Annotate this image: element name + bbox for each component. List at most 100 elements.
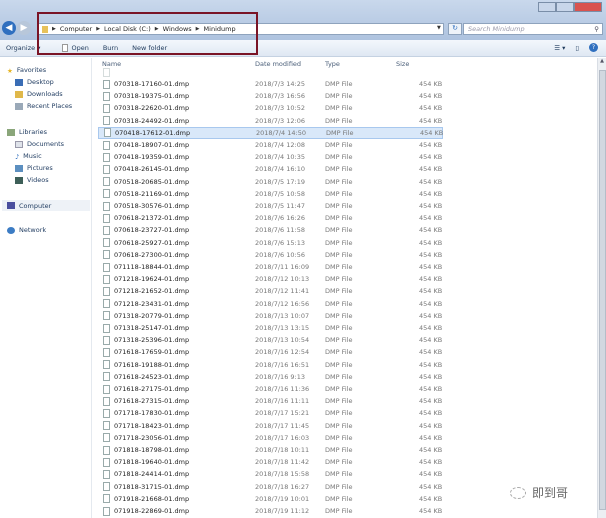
table-row[interactable]: 070318-17160-01.dmp 2018/7/3 14:25 DMP F… [98,78,443,90]
address-dropdown-icon[interactable]: ▼ [437,25,441,31]
computer-icon [7,202,15,209]
table-row[interactable]: 070618-23727-01.dmp 2018/7/6 11:58 DMP F… [98,224,443,236]
table-row[interactable]: 071718-18423-01.dmp 2018/7/17 11:45 DMP … [98,420,443,432]
table-row[interactable]: 071718-23056-01.dmp 2018/7/17 16:03 DMP … [98,432,443,444]
sidebar-item-downloads[interactable]: Downloads [15,90,63,98]
file-date: 2018/7/11 16:09 [255,263,310,271]
table-row[interactable]: 070418-18907-01.dmp 2018/7/4 12:08 DMP F… [98,139,443,151]
burn-button[interactable]: Burn [103,44,118,52]
table-row[interactable]: 071618-27175-01.dmp 2018/7/16 11:36 DMP … [98,383,443,395]
table-row[interactable]: 071618-17659-01.dmp 2018/7/16 12:54 DMP … [98,346,443,358]
view-options-button[interactable]: ☰ ▾ [554,44,565,52]
file-icon [103,225,110,235]
open-button[interactable]: Open [62,44,89,52]
sidebar-item-videos[interactable]: Videos [15,176,49,184]
table-row[interactable]: 070418-17612-01.dmp 2018/7/4 14:50 DMP F… [98,126,444,139]
sidebar-item-recent-places[interactable]: Recent Places [15,102,72,110]
label: Videos [27,176,49,184]
table-row[interactable]: 071718-17830-01.dmp 2018/7/17 15:21 DMP … [98,407,443,419]
sidebar-item-pictures[interactable]: Pictures [15,164,53,172]
sidebar-item-network[interactable]: Network [7,226,46,234]
scrollbar-thumb[interactable] [599,70,606,510]
file-size: 454 KB [419,238,443,247]
breadcrumb-windows[interactable]: Windows [163,25,192,33]
file-date: 2018/7/17 15:21 [255,409,310,418]
file-type: DMP File [325,153,353,162]
sidebar-item-computer[interactable]: Computer [2,200,90,211]
minimize-button[interactable] [538,2,556,12]
table-row[interactable]: 071318-25147-01.dmp 2018/7/13 13:15 DMP … [98,322,443,334]
maximize-button[interactable] [556,2,574,12]
table-row[interactable]: 071918-22869-01.dmp 2018/7/19 11:12 DMP … [98,505,443,517]
sidebar-item-libraries[interactable]: Libraries [7,128,47,136]
file-size: 454 KB [419,92,443,101]
file-name: 071718-23056-01.dmp [114,433,190,442]
help-icon[interactable]: ? [589,43,598,52]
preview-pane-button[interactable]: ▯ [575,44,579,52]
breadcrumb-computer[interactable]: Computer [60,25,92,33]
scrollbar[interactable]: ▲ [597,58,606,518]
sidebar-item-favorites[interactable]: ★ Favorites [7,66,46,75]
table-row[interactable]: 071818-19640-01.dmp 2018/7/18 11:42 DMP … [98,456,443,468]
file-date: 2018/7/3 16:56 [255,92,305,101]
table-row[interactable]: 071618-24523-01.dmp 2018/7/16 9:13 DMP F… [98,371,443,383]
close-button[interactable] [574,2,602,12]
table-row[interactable]: 070418-26145-01.dmp 2018/7/4 16:10 DMP F… [98,163,443,175]
breadcrumb-local-disk[interactable]: Local Disk (C:) [104,25,151,33]
file-type: DMP File [325,263,353,271]
organize-button[interactable]: Organize ▾ [6,44,40,52]
table-row[interactable]: 071318-25396-01.dmp 2018/7/13 10:54 DMP … [98,334,443,346]
table-row[interactable]: 070318-19375-01.dmp 2018/7/3 16:56 DMP F… [98,90,443,102]
file-icon [103,335,110,345]
file-size: 454 KB [419,482,443,491]
file-type: DMP File [325,360,353,369]
table-row[interactable]: 070518-20685-01.dmp 2018/7/5 17:19 DMP F… [98,176,443,188]
scroll-up-icon[interactable]: ▲ [598,58,606,64]
file-type: DMP File [325,324,353,332]
table-row[interactable]: 070618-25927-01.dmp 2018/7/6 15:13 DMP F… [98,237,443,249]
table-row[interactable]: 070618-27300-01.dmp 2018/7/6 10:56 DMP F… [98,249,443,261]
search-input[interactable]: Search Minidump ⚲ [463,23,603,35]
address-bar[interactable]: ▶ Computer ▶ Local Disk (C:) ▶ Windows ▶… [38,23,444,35]
table-row[interactable]: 071618-27315-01.dmp 2018/7/16 11:11 DMP … [98,395,443,407]
file-date: 2018/7/13 10:54 [255,336,310,345]
breadcrumb-minidump[interactable]: Minidump [204,25,236,33]
pictures-icon [15,164,23,172]
wechat-logo-icon [510,486,526,499]
table-row[interactable]: 071918-21668-01.dmp 2018/7/19 10:01 DMP … [98,493,443,505]
sidebar-item-music[interactable]: ♪ Music [15,152,42,161]
table-row[interactable]: 071118-18844-01.dmp 2018/7/11 16:09 DMP … [98,261,443,273]
table-row[interactable]: 070318-22620-01.dmp 2018/7/3 10:52 DMP F… [98,102,443,114]
refresh-button[interactable]: ↻ [448,23,462,35]
table-row[interactable]: 070618-21372-01.dmp 2018/7/6 16:26 DMP F… [98,212,443,224]
forward-button[interactable]: ▶ [17,21,31,35]
file-type: DMP File [325,104,353,113]
file-type: DMP File [325,311,353,320]
table-row[interactable]: 071218-19624-01.dmp 2018/7/12 10:13 DMP … [98,273,443,285]
table-row[interactable]: 071618-19188-01.dmp 2018/7/16 16:51 DMP … [98,359,443,371]
file-size: 454 KB [420,128,444,137]
file-icon [103,238,110,248]
sidebar-item-desktop[interactable]: Desktop [15,78,54,86]
back-button[interactable]: ◀ [2,21,16,35]
table-row[interactable]: 071818-31715-01.dmp 2018/7/18 16:27 DMP … [98,481,443,493]
table-row[interactable]: 070518-21169-01.dmp 2018/7/5 10:58 DMP F… [98,188,443,200]
file-date: 2018/7/6 15:13 [255,238,305,247]
file-icon [103,189,110,199]
table-row[interactable]: 071218-23431-01.dmp 2018/7/12 16:56 DMP … [98,298,443,310]
table-row[interactable]: 071218-21652-01.dmp 2018/7/12 11:41 DMP … [98,285,443,297]
table-row[interactable]: 070318-24492-01.dmp 2018/7/3 12:06 DMP F… [98,115,443,127]
new-folder-button[interactable]: New folder [132,44,167,52]
label: Computer [19,201,52,210]
table-row[interactable]: 070518-30576-01.dmp 2018/7/5 11:47 DMP F… [98,200,443,212]
table-row[interactable]: 071818-18798-01.dmp 2018/7/18 10:11 DMP … [98,444,443,456]
table-row[interactable]: 071818-24414-01.dmp 2018/7/18 15:58 DMP … [98,468,443,480]
table-row[interactable]: 070418-19359-01.dmp 2018/7/4 10:35 DMP F… [98,151,443,163]
table-row-partial[interactable] [98,66,443,78]
label: Libraries [19,128,48,136]
sidebar-item-documents[interactable]: Documents [15,140,64,148]
chevron-right-icon: ▶ [195,26,200,32]
table-row[interactable]: 071318-20779-01.dmp 2018/7/13 10:07 DMP … [98,310,443,322]
desktop-icon [15,78,23,86]
file-icon [103,140,110,150]
